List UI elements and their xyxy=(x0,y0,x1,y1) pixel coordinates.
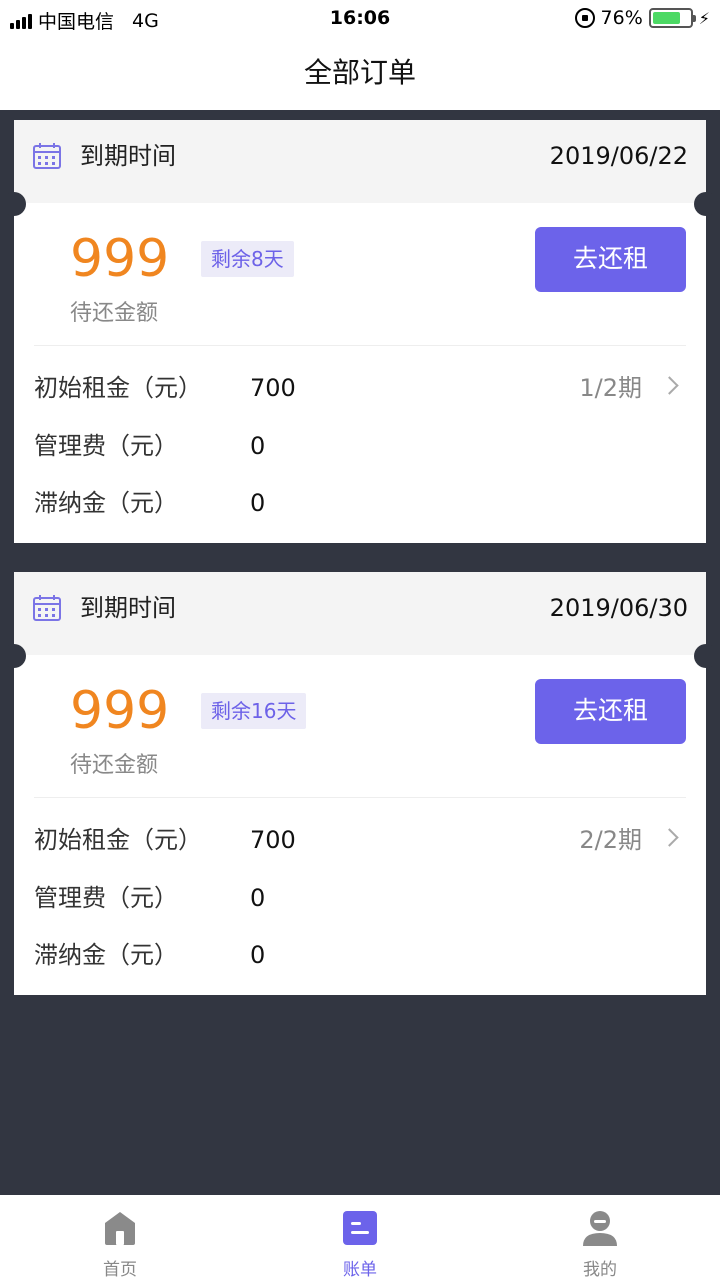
amount-due-label: 待还金额 xyxy=(70,301,159,326)
fee-details: 初始租金（元） 700 1/2期 管理费（元） 0 滞纳金（元） 0 xyxy=(14,346,706,543)
fee-label: 初始租金（元） xyxy=(34,826,202,854)
chevron-right-icon xyxy=(660,376,679,395)
fee-details: 初始租金（元） 700 2/2期 管理费（元） 0 滞纳金（元） 0 xyxy=(14,798,706,995)
fee-row-rent[interactable]: 初始租金（元） 700 1/2期 xyxy=(34,360,686,418)
amount-due: 999 xyxy=(70,681,170,741)
fee-row-management: 管理费（元） 0 xyxy=(34,870,686,928)
fee-value: 700 xyxy=(250,826,296,854)
fee-row-management: 管理费（元） 0 xyxy=(34,418,686,476)
user-icon xyxy=(583,1211,617,1246)
ticket-notch xyxy=(694,192,718,216)
fee-label: 滞纳金（元） xyxy=(34,489,178,517)
fee-row-rent[interactable]: 初始租金（元） 700 2/2期 xyxy=(34,812,686,870)
order-card: 到期时间 2019/06/22 999 剩余8天 待还金额 去还租 初始租金（元… xyxy=(2,120,718,543)
battery-icon xyxy=(648,8,696,28)
due-date: 2019/06/30 xyxy=(549,594,688,622)
charging-icon: ⚡ xyxy=(698,8,710,28)
fee-value: 0 xyxy=(250,489,266,517)
tab-bill[interactable]: 账单 xyxy=(240,1195,480,1280)
card-header: 到期时间 2019/06/22 xyxy=(14,120,706,203)
due-label: 到期时间 xyxy=(80,142,176,170)
battery-fill xyxy=(652,12,681,24)
tab-profile[interactable]: 我的 xyxy=(480,1195,720,1280)
bill-icon xyxy=(343,1211,377,1245)
fee-value: 700 xyxy=(250,374,296,402)
ticket-notch xyxy=(2,644,26,668)
fee-value: 0 xyxy=(250,941,266,969)
nav-bar: 全部订单 xyxy=(0,40,720,110)
pay-rent-button[interactable]: 去还租 xyxy=(535,227,686,292)
fee-value: 0 xyxy=(250,883,266,912)
amount-section: 999 剩余16天 待还金额 去还租 xyxy=(34,655,686,798)
rotation-lock-icon xyxy=(574,8,595,28)
installment-period: 2/2期 xyxy=(579,826,642,854)
battery-percent: 76% xyxy=(600,7,643,29)
home-icon xyxy=(105,1212,135,1245)
card-header: 到期时间 2019/06/30 xyxy=(14,572,706,655)
tab-label: 我的 xyxy=(583,1260,617,1280)
amount-section: 999 剩余8天 待还金额 去还租 xyxy=(34,203,686,346)
amount-due-label: 待还金额 xyxy=(70,753,159,778)
ticket-notch xyxy=(694,644,718,668)
due-label: 到期时间 xyxy=(80,594,176,622)
pay-rent-button[interactable]: 去还租 xyxy=(535,679,686,744)
order-card: 到期时间 2019/06/30 999 剩余16天 待还金额 去还租 初始租金（… xyxy=(2,572,718,995)
remaining-days-badge: 剩余16天 xyxy=(201,693,307,729)
calendar-icon xyxy=(33,595,61,621)
ticket-notch xyxy=(2,192,26,216)
installment-period: 1/2期 xyxy=(579,374,642,402)
chevron-right-icon xyxy=(660,828,679,847)
tab-bar: 首页 账单 我的 xyxy=(0,1195,720,1280)
fee-value: 0 xyxy=(250,431,266,460)
tab-home[interactable]: 首页 xyxy=(0,1195,240,1280)
due-date: 2019/06/22 xyxy=(549,142,688,170)
fee-label: 初始租金（元） xyxy=(34,374,202,402)
amount-due: 999 xyxy=(70,229,170,289)
page-title: 全部订单 xyxy=(303,56,416,89)
fee-label: 管理费（元） xyxy=(34,431,178,460)
fee-label: 管理费（元） xyxy=(34,883,178,912)
fee-row-late: 滞纳金（元） 0 xyxy=(34,475,686,533)
calendar-icon xyxy=(33,143,61,169)
status-bar: 中国电信 4G 16:06 76% ⚡ xyxy=(0,0,720,40)
fee-label: 滞纳金（元） xyxy=(34,941,178,969)
tab-label: 账单 xyxy=(343,1260,377,1280)
status-right: 76% ⚡ xyxy=(574,7,710,29)
remaining-days-badge: 剩余8天 xyxy=(201,241,294,277)
tab-label: 首页 xyxy=(103,1260,137,1280)
fee-row-late: 滞纳金（元） 0 xyxy=(34,927,686,985)
